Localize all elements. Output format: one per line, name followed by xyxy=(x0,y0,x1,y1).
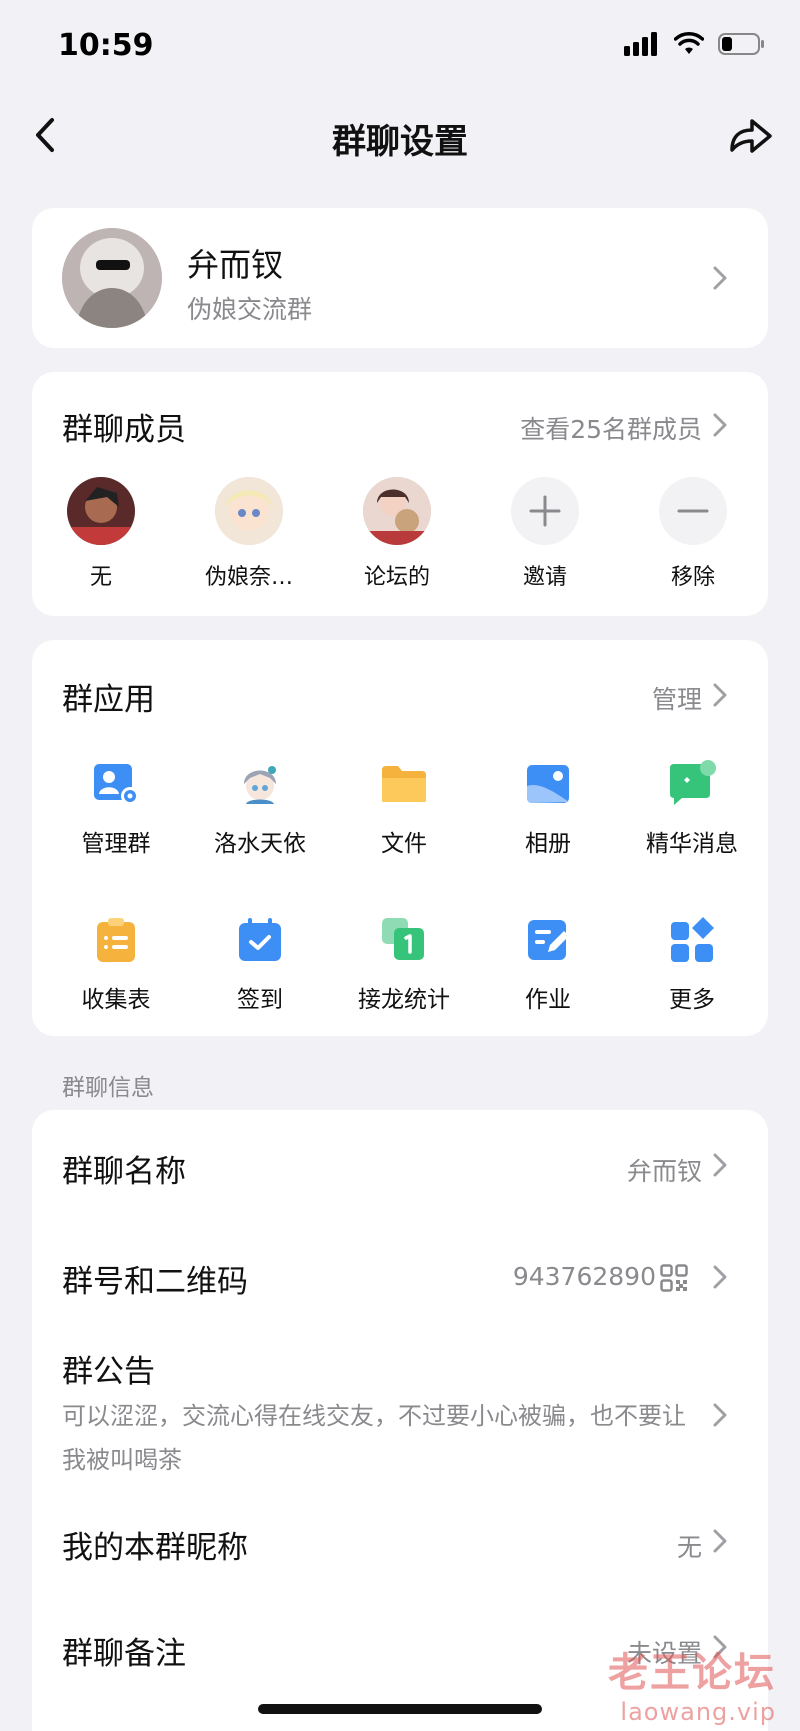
chevron-right-icon xyxy=(713,683,727,707)
app-homework[interactable]: 作业 xyxy=(478,916,618,1014)
my-nickname-value: 无 xyxy=(676,1533,702,1562)
status-icons xyxy=(624,32,766,56)
plus-icon xyxy=(511,477,579,545)
row-group-notice[interactable]: 群公告 可以涩涩，交流心得在线交友，不过要小心被骗，也不要让我被叫喝茶 xyxy=(32,1326,768,1500)
member-label: 论坛的 xyxy=(363,565,430,590)
app-files[interactable]: 文件 xyxy=(334,760,474,858)
app-more[interactable]: 更多 xyxy=(622,916,762,1014)
group-remark-label: 群聊备注 xyxy=(62,1636,186,1672)
page-title: 群聊设置 xyxy=(332,122,468,162)
member-label: 伪娘奈… xyxy=(204,565,293,590)
app-label: 更多 xyxy=(669,987,715,1013)
status-time: 10:59 xyxy=(58,28,154,63)
relay-count-icon xyxy=(380,916,428,964)
chevron-right-icon xyxy=(713,1265,727,1289)
row-group-name[interactable]: 群聊名称 弁而钗 xyxy=(32,1110,768,1218)
album-icon xyxy=(524,760,572,808)
invite-button[interactable]: 邀请 xyxy=(490,477,600,591)
app-label: 接龙统计 xyxy=(358,987,450,1013)
row-my-nickname[interactable]: 我的本群昵称 无 xyxy=(32,1500,768,1608)
signal-icon xyxy=(624,32,657,56)
minus-icon xyxy=(659,477,727,545)
apps-manage-link[interactable]: 管理 xyxy=(652,680,702,716)
group-profile-card[interactable]: 弁而钗 伪娘交流群 xyxy=(32,208,768,348)
folder-icon xyxy=(380,760,428,808)
app-label: 签到 xyxy=(237,987,283,1013)
group-name: 弁而钗 xyxy=(187,246,284,284)
app-essence-messages[interactable]: 精华消息 xyxy=(622,760,762,858)
remove-label: 移除 xyxy=(670,565,715,590)
chevron-right-icon xyxy=(713,1403,727,1427)
app-label: 管理群 xyxy=(81,831,151,857)
chevron-right-icon xyxy=(713,413,727,437)
app-collection-form[interactable]: 收集表 xyxy=(46,916,186,1014)
members-title: 群聊成员 xyxy=(62,412,186,448)
app-luotianyi[interactable]: 洛水天依 xyxy=(190,760,330,858)
chevron-right-icon xyxy=(713,266,727,290)
section-label-group-info: 群聊信息 xyxy=(62,1075,154,1101)
group-notice-text: 可以涩涩，交流心得在线交友，不过要小心被骗，也不要让我被叫喝茶 xyxy=(62,1402,686,1474)
member-label: 无 xyxy=(89,565,112,590)
member-item[interactable]: 伪娘奈… xyxy=(194,477,304,591)
app-label: 洛水天依 xyxy=(214,831,306,857)
group-avatar xyxy=(62,228,162,328)
member-item[interactable]: 论坛的 xyxy=(342,477,452,591)
essence-message-icon xyxy=(668,760,716,808)
app-label: 精华消息 xyxy=(646,831,738,857)
my-nickname-label: 我的本群昵称 xyxy=(62,1530,248,1566)
homework-edit-icon xyxy=(524,916,572,964)
chevron-right-icon xyxy=(713,1153,727,1177)
group-id-value: 943762890 xyxy=(512,1262,656,1291)
app-album[interactable]: 相册 xyxy=(478,760,618,858)
group-subtitle: 伪娘交流群 xyxy=(187,295,313,324)
app-label: 收集表 xyxy=(81,987,151,1013)
remove-button[interactable]: 移除 xyxy=(638,477,748,591)
group-notice-label: 群公告 xyxy=(62,1354,155,1390)
member-avatar xyxy=(363,477,431,545)
luotianyi-avatar-icon xyxy=(236,760,284,808)
app-checkin[interactable]: 签到 xyxy=(190,916,330,1014)
app-label: 相册 xyxy=(525,831,571,857)
calendar-check-icon xyxy=(236,916,284,964)
app-label: 文件 xyxy=(381,831,427,857)
chevron-right-icon xyxy=(713,1529,727,1553)
group-apps-card: 群应用 管理 管理群 洛水天依 文件 相册 精华消息 收集表 签到 接龙统计 作… xyxy=(32,640,768,1036)
members-card: 群聊成员 查看25名群成员 无 伪娘奈… 论坛的 邀请 移除 xyxy=(32,372,768,616)
member-avatar xyxy=(215,477,283,545)
view-members-link[interactable]: 查看25名群成员 xyxy=(520,410,702,446)
qr-code-icon xyxy=(660,1264,688,1292)
member-avatar xyxy=(67,477,135,545)
wifi-icon xyxy=(674,32,704,54)
group-name-label: 群聊名称 xyxy=(62,1154,186,1190)
watermark: 老王论坛 laowang.vip xyxy=(608,1640,776,1726)
invite-label: 邀请 xyxy=(522,565,567,590)
group-manage-icon xyxy=(92,760,140,808)
group-name-value: 弁而钗 xyxy=(626,1157,702,1186)
app-manage-group[interactable]: 管理群 xyxy=(46,760,186,858)
watermark-url: laowang.vip xyxy=(620,1698,776,1726)
group-info-card: 群聊名称 弁而钗 群号和二维码 943762890 群公告 可以涩涩，交流心得在… xyxy=(32,1110,768,1731)
app-label: 作业 xyxy=(525,987,571,1013)
home-indicator xyxy=(258,1704,542,1714)
more-apps-icon xyxy=(668,916,716,964)
member-item[interactable]: 无 xyxy=(46,477,156,591)
nav-bar: 群聊设置 xyxy=(0,96,800,178)
app-relay-count[interactable]: 接龙统计 xyxy=(334,916,474,1014)
apps-title: 群应用 xyxy=(62,682,155,718)
clipboard-icon xyxy=(92,916,140,964)
battery-icon xyxy=(718,33,764,55)
status-bar: 10:59 xyxy=(0,0,800,96)
watermark-title: 老王论坛 xyxy=(608,1650,776,1696)
share-button[interactable] xyxy=(722,110,778,160)
group-id-label: 群号和二维码 xyxy=(62,1264,248,1300)
row-group-id-qrcode[interactable]: 群号和二维码 943762890 xyxy=(32,1218,768,1326)
